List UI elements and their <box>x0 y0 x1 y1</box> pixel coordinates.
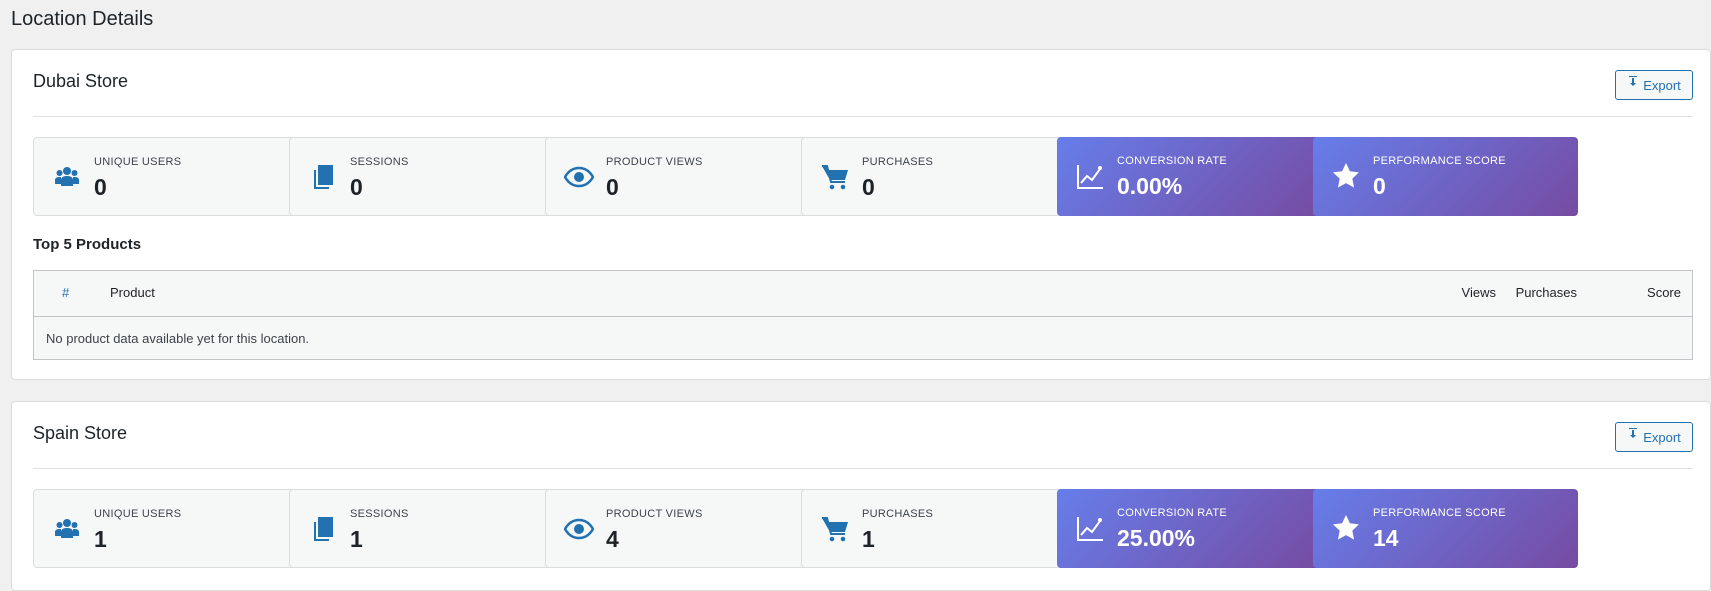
stat-label: PERFORMANCE SCORE <box>1373 155 1506 167</box>
users-icon <box>52 514 82 544</box>
stat-value: 25.00% <box>1117 525 1196 551</box>
stat-unique-users: UNIQUE USERS 0 <box>33 137 298 216</box>
star-icon <box>1331 513 1361 543</box>
location-card-spain: Spain Store Export UNIQUE USERS 1 SESSIO… <box>11 401 1711 591</box>
users-icon <box>52 162 82 192</box>
stat-value: 1 <box>350 526 363 552</box>
column-header-purchases: Purchases <box>1515 285 1577 300</box>
stat-value: 0.00% <box>1117 173 1183 199</box>
empty-table-message: No product data available yet for this l… <box>46 331 310 346</box>
stat-conversion-rate: CONVERSION RATE 25.00% <box>1057 489 1322 568</box>
chart-line-icon <box>1075 513 1105 543</box>
stat-value: 1 <box>862 526 875 552</box>
stat-label: PRODUCT VIEWS <box>606 508 703 520</box>
location-title: Dubai Store <box>33 71 129 91</box>
copy-icon <box>308 514 338 544</box>
stats-row: UNIQUE USERS 0 SESSIONS 0 PRODUCT VIEWS … <box>33 137 1693 217</box>
stat-value: 0 <box>1373 173 1386 199</box>
chart-line-icon <box>1075 161 1105 191</box>
cart-icon <box>820 162 850 192</box>
stat-label: CONVERSION RATE <box>1117 507 1228 519</box>
export-button[interactable]: Export <box>1615 70 1693 100</box>
stat-purchases: PURCHASES 1 <box>801 489 1066 568</box>
stat-label: SESSIONS <box>350 508 409 520</box>
stat-value: 0 <box>862 174 875 200</box>
eye-icon <box>563 162 595 192</box>
stat-label: SESSIONS <box>350 156 409 168</box>
stat-sessions: SESSIONS 0 <box>289 137 554 216</box>
table-header: # Product Views Purchases Score <box>34 271 1692 317</box>
stat-label: PRODUCT VIEWS <box>606 156 703 168</box>
stat-label: PURCHASES <box>862 508 934 520</box>
stat-value: 0 <box>94 174 107 200</box>
location-card-dubai: Dubai Store Export UNIQUE USERS 0 SESSIO… <box>11 49 1711 380</box>
stat-value: 14 <box>1373 525 1399 551</box>
stat-label: PERFORMANCE SCORE <box>1373 507 1506 519</box>
stat-unique-users: UNIQUE USERS 1 <box>33 489 298 568</box>
card-header: Dubai Store Export <box>33 50 1693 117</box>
download-icon <box>1629 76 1638 86</box>
stat-label: UNIQUE USERS <box>94 508 182 520</box>
stat-value: 4 <box>606 526 619 552</box>
card-header: Spain Store Export <box>33 402 1693 469</box>
column-header-product: Product <box>110 285 155 300</box>
stats-row: UNIQUE USERS 1 SESSIONS 1 PRODUCT VIEWS … <box>33 489 1693 569</box>
star-icon <box>1331 161 1361 191</box>
stat-product-views: PRODUCT VIEWS 0 <box>545 137 810 216</box>
stat-conversion-rate: CONVERSION RATE 0.00% <box>1057 137 1322 216</box>
stat-label: UNIQUE USERS <box>94 156 182 168</box>
stat-sessions: SESSIONS 1 <box>289 489 554 568</box>
page-title: Location Details <box>11 8 154 30</box>
stat-label: CONVERSION RATE <box>1117 155 1228 167</box>
column-header-rank[interactable]: # <box>62 285 69 300</box>
stat-value: 0 <box>606 174 619 200</box>
stat-performance-score: PERFORMANCE SCORE 0 <box>1313 137 1578 216</box>
eye-icon <box>563 514 595 544</box>
stat-label: PURCHASES <box>862 156 934 168</box>
column-header-score: Score <box>1647 285 1681 300</box>
location-title: Spain Store <box>33 423 128 443</box>
export-button[interactable]: Export <box>1615 422 1693 452</box>
stat-product-views: PRODUCT VIEWS 4 <box>545 489 810 568</box>
top-products-table: # Product Views Purchases Score No produ… <box>33 270 1693 360</box>
stat-purchases: PURCHASES 0 <box>801 137 1066 216</box>
copy-icon <box>308 162 338 192</box>
stat-value: 1 <box>94 526 107 552</box>
top-products-title: Top 5 Products <box>33 236 142 253</box>
download-icon <box>1629 428 1638 438</box>
stat-value: 0 <box>350 174 363 200</box>
cart-icon <box>820 514 850 544</box>
column-header-views: Views <box>1461 285 1496 300</box>
stat-performance-score: PERFORMANCE SCORE 14 <box>1313 489 1578 568</box>
